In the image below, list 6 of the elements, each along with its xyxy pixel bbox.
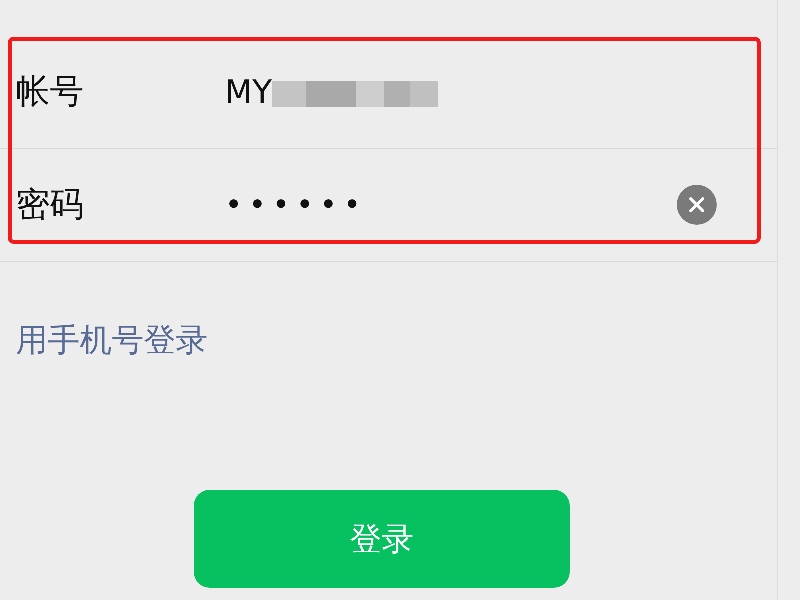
field-label: 帐号 — [16, 70, 85, 114]
account-field[interactable]: MY — [225, 36, 777, 148]
field-label: 密码 — [16, 184, 85, 226]
clear-icon[interactable] — [677, 185, 717, 225]
phone-login-link[interactable]: 用手机号登录 — [16, 316, 208, 364]
password-field[interactable]: •••••• — [225, 149, 777, 261]
